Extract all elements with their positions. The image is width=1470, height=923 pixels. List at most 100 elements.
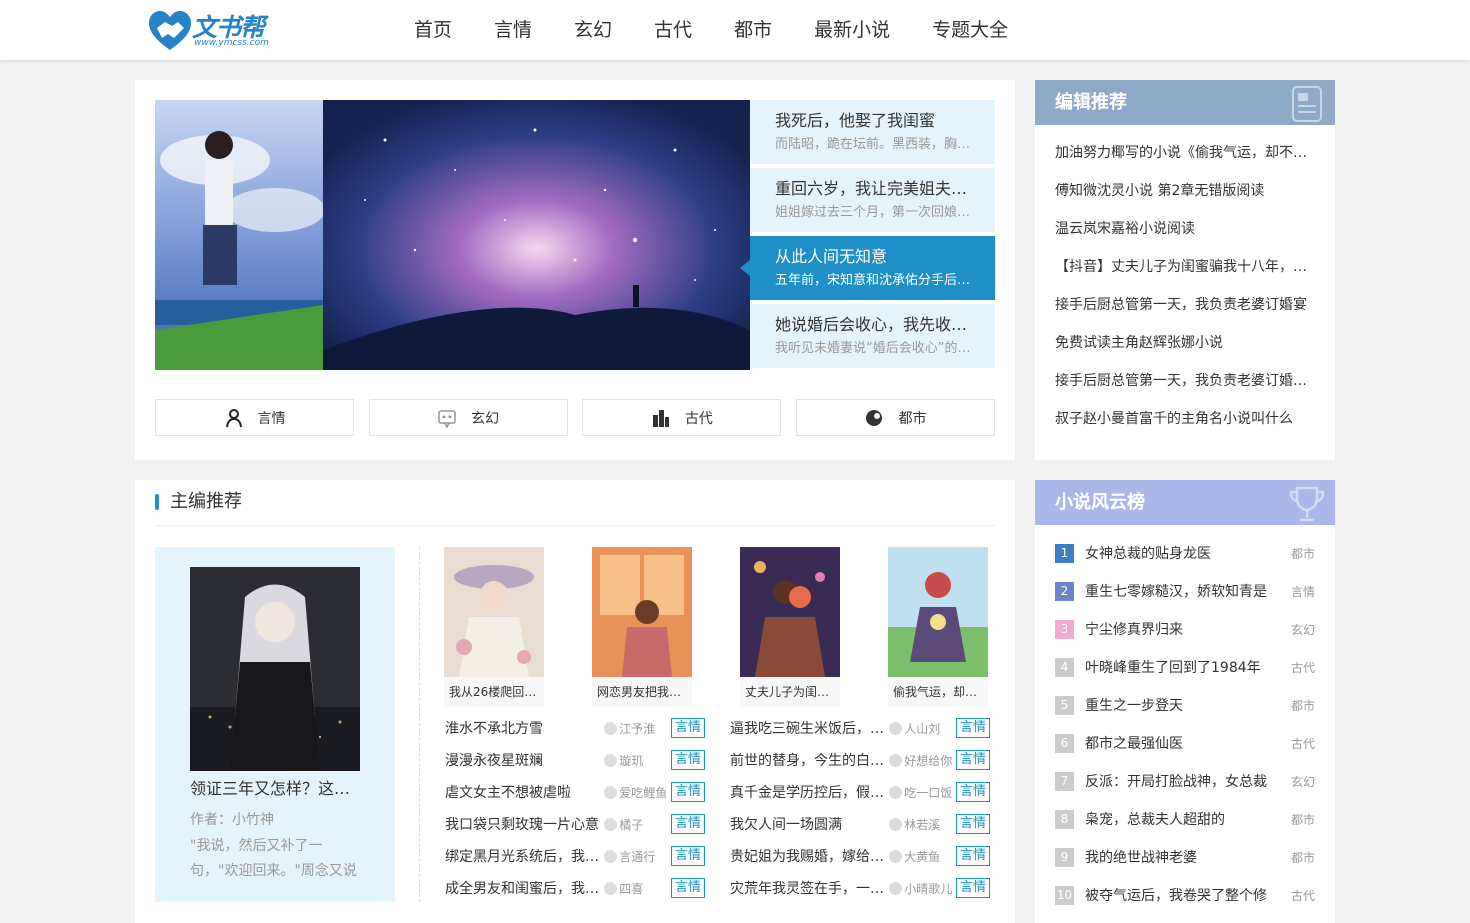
list-item[interactable]: 漫漫永夜星斑斓 璇玑 言情 <box>445 744 705 776</box>
book-cover[interactable] <box>592 547 692 677</box>
rank-title[interactable]: 我的绝世战神老婆 <box>1085 847 1279 867</box>
list-item-title[interactable]: 前世的替身，今生的白月光 <box>730 750 887 770</box>
list-item[interactable]: 前世的替身，今生的白月光 好想给你 言情 <box>730 744 990 776</box>
list-item-title[interactable]: 我欠人间一场圆满 <box>730 814 887 834</box>
book-card[interactable]: 我从26楼爬回来以后 <box>444 547 544 707</box>
genre-tag[interactable]: 言情 <box>670 750 705 770</box>
list-item[interactable]: 贵妃姐为我赐婚，嫁给废太子 大黄鱼言情 <box>730 840 990 872</box>
nav-fantasy[interactable]: 玄幻 <box>553 0 633 60</box>
list-item-title[interactable]: 成全男友和闺蜜后，我走了 <box>445 878 602 898</box>
category-fantasy[interactable]: 玄幻 <box>368 399 568 436</box>
featured-title[interactable]: 领证三年又怎样？这婚我离定了 <box>190 777 360 801</box>
category-urban[interactable]: 都市 <box>795 399 995 436</box>
book-title[interactable]: 网恋男友把我拉黑了 <box>592 677 692 707</box>
nav-topics[interactable]: 专题大全 <box>911 0 1029 60</box>
list-item-title[interactable]: 漫漫永夜星斑斓 <box>445 750 602 770</box>
editor-item[interactable]: 接手后厨总管第一天，我负责老婆订婚宴 <box>1055 286 1315 324</box>
rank-title[interactable]: 宁尘修真界归来 <box>1085 619 1279 639</box>
category-romance[interactable]: 言情 <box>155 399 354 436</box>
editor-item[interactable]: 加油努力椰写的小说《偷我气运，却不知我是天道亲闺女》 <box>1055 134 1315 172</box>
genre-tag[interactable]: 言情 <box>670 846 705 866</box>
list-item[interactable]: 真千金是学历控后，假千金慌了 吃一口饭言情 <box>730 776 990 808</box>
book-title[interactable]: 偷我气运，却不知我 <box>888 677 988 707</box>
genre-tag[interactable]: 言情 <box>955 782 990 802</box>
book-cover[interactable] <box>888 547 988 677</box>
list-item-title[interactable]: 虐文女主不想被虐啦 <box>445 782 602 802</box>
genre-tag[interactable]: 言情 <box>670 878 705 898</box>
ranking-item[interactable]: 5 重生之一步登天 都市 <box>1055 686 1315 724</box>
featured-book[interactable]: 领证三年又怎样？这婚我离定了 作者：小竹神 "我说，然后又补了一句，"欢迎回来。… <box>155 547 395 902</box>
book-card[interactable]: 丈夫儿子为闺蜜骗我 <box>740 547 840 707</box>
list-item[interactable]: 逼我吃三碗生米饭后，我离婚了 人山刘言情 <box>730 712 990 744</box>
featured-cover[interactable] <box>190 567 360 771</box>
ranking-item[interactable]: 4 叶晓峰重生了回到了1984年 古代 <box>1055 648 1315 686</box>
banner-item[interactable]: 她说婚后会收心，我先收手了 我听见未婚妻说“婚后会收心”的那一刻。 <box>750 304 995 368</box>
rank-title[interactable]: 重生之一步登天 <box>1085 695 1279 715</box>
rank-title[interactable]: 重生七零嫁糙汉，娇软知青是 <box>1085 581 1279 601</box>
ranking-item[interactable]: 10 被夺气运后，我卷哭了整个修 古代 <box>1055 876 1315 914</box>
ranking-item[interactable]: 2 重生七零嫁糙汉，娇软知青是 言情 <box>1055 572 1315 610</box>
ranking-item[interactable]: 9 我的绝世战神老婆 都市 <box>1055 838 1315 876</box>
banner-item-active[interactable]: 从此人间无知意 五年前，宋知意和沈承佑分手后的那个夜晚。 <box>740 236 995 300</box>
list-item[interactable]: 绑定黑月光系统后，我杀疯了 言通行言情 <box>445 840 705 872</box>
list-item-title[interactable]: 逼我吃三碗生米饭后，我离婚了 <box>730 718 887 738</box>
rank-category[interactable]: 言情 <box>1279 583 1315 600</box>
list-item-title[interactable]: 我口袋只剩玫瑰一片心意 <box>445 814 602 834</box>
rank-title[interactable]: 被夺气运后，我卷哭了整个修 <box>1085 885 1279 905</box>
list-item[interactable]: 我欠人间一场圆满 林若溪 言情 <box>730 808 990 840</box>
rank-category[interactable]: 古代 <box>1279 735 1315 752</box>
book-card[interactable]: 偷我气运，却不知我 <box>888 547 988 707</box>
list-item-title[interactable]: 灾荒年我灵签在手，一路开挂 <box>730 878 887 898</box>
site-logo[interactable]: 文书帮 www.ymcss.com <box>148 8 272 52</box>
rank-category[interactable]: 玄幻 <box>1279 773 1315 790</box>
rank-category[interactable]: 都市 <box>1279 697 1315 714</box>
genre-tag[interactable]: 言情 <box>955 878 990 898</box>
genre-tag[interactable]: 言情 <box>670 814 705 834</box>
genre-tag[interactable]: 言情 <box>955 750 990 770</box>
nav-urban[interactable]: 都市 <box>713 0 793 60</box>
nav-ancient[interactable]: 古代 <box>633 0 713 60</box>
rank-category[interactable]: 玄幻 <box>1279 621 1315 638</box>
rank-title[interactable]: 枭宠，总裁夫人超甜的 <box>1085 809 1279 829</box>
book-title[interactable]: 我从26楼爬回来以后 <box>444 677 544 707</box>
category-ancient[interactable]: 古代 <box>582 399 782 436</box>
ranking-item[interactable]: 8 枭宠，总裁夫人超甜的 都市 <box>1055 800 1315 838</box>
book-title[interactable]: 丈夫儿子为闺蜜骗我 <box>740 677 840 707</box>
banner-item[interactable]: 重回六岁，我让完美姐夫现出原形 姐姐嫁过去三个月，第一次回娘家。 <box>750 168 995 232</box>
editor-item[interactable]: 免费试读主角赵辉张娜小说 <box>1055 324 1315 362</box>
editor-item[interactable]: 傅知微沈灵小说 第2章无错版阅读 <box>1055 172 1315 210</box>
nav-romance[interactable]: 言情 <box>473 0 553 60</box>
list-item[interactable]: 虐文女主不想被虐啦 爱吃鲤鱼 言情 <box>445 776 705 808</box>
ranking-item[interactable]: 6 都市之最强仙医 古代 <box>1055 724 1315 762</box>
list-item[interactable]: 成全男友和闺蜜后，我走了 四喜 言情 <box>445 872 705 904</box>
list-item[interactable]: 我口袋只剩玫瑰一片心意 橘子 言情 <box>445 808 705 840</box>
banner-item[interactable]: 我死后，他娶了我闺蜜 而陆昭，跪在坛前。黑西装，胸口别着白花，身子笔直，背影清冷… <box>750 100 995 164</box>
list-item-title[interactable]: 真千金是学历控后，假千金慌了 <box>730 782 887 802</box>
ranking-item[interactable]: 3 宁尘修真界归来 玄幻 <box>1055 610 1315 648</box>
book-cover[interactable] <box>740 547 840 677</box>
book-card[interactable]: 网恋男友把我拉黑了 <box>592 547 692 707</box>
editor-item[interactable]: 接手后厨总管第一天，我负责老婆订婚宴全文 <box>1055 362 1315 400</box>
list-item-title[interactable]: 淮水不承北方雪 <box>445 718 602 738</box>
rank-title[interactable]: 叶晓峰重生了回到了1984年 <box>1085 657 1279 677</box>
rank-category[interactable]: 都市 <box>1279 849 1315 866</box>
rank-category[interactable]: 古代 <box>1279 659 1315 676</box>
genre-tag[interactable]: 言情 <box>955 814 990 834</box>
ranking-item[interactable]: 1 女神总裁的贴身龙医 都市 <box>1055 534 1315 572</box>
book-cover[interactable] <box>444 547 544 677</box>
editor-item[interactable]: 温云岚宋嘉裕小说阅读 <box>1055 210 1315 248</box>
list-item[interactable]: 淮水不承北方雪 江予淮 言情 <box>445 712 705 744</box>
genre-tag[interactable]: 言情 <box>670 718 705 738</box>
genre-tag[interactable]: 言情 <box>955 846 990 866</box>
rank-title[interactable]: 都市之最强仙医 <box>1085 733 1279 753</box>
editor-item[interactable]: 【抖音】丈夫儿子为闺蜜骗我十八年，我转身离开 <box>1055 248 1315 286</box>
rank-category[interactable]: 都市 <box>1279 811 1315 828</box>
list-item[interactable]: 灾荒年我灵签在手，一路开挂 小晴歌儿言情 <box>730 872 990 904</box>
rank-category[interactable]: 都市 <box>1279 545 1315 562</box>
rank-title[interactable]: 女神总裁的贴身龙医 <box>1085 543 1279 563</box>
list-item-title[interactable]: 贵妃姐为我赐婚，嫁给废太子 <box>730 846 887 866</box>
genre-tag[interactable]: 言情 <box>955 718 990 738</box>
rank-title[interactable]: 反派：开局打脸战神，女总裁 <box>1085 771 1279 791</box>
banner-image[interactable] <box>155 100 750 370</box>
editor-item[interactable]: 叔子赵小曼首富千的主角名小说叫什么 <box>1055 400 1315 438</box>
